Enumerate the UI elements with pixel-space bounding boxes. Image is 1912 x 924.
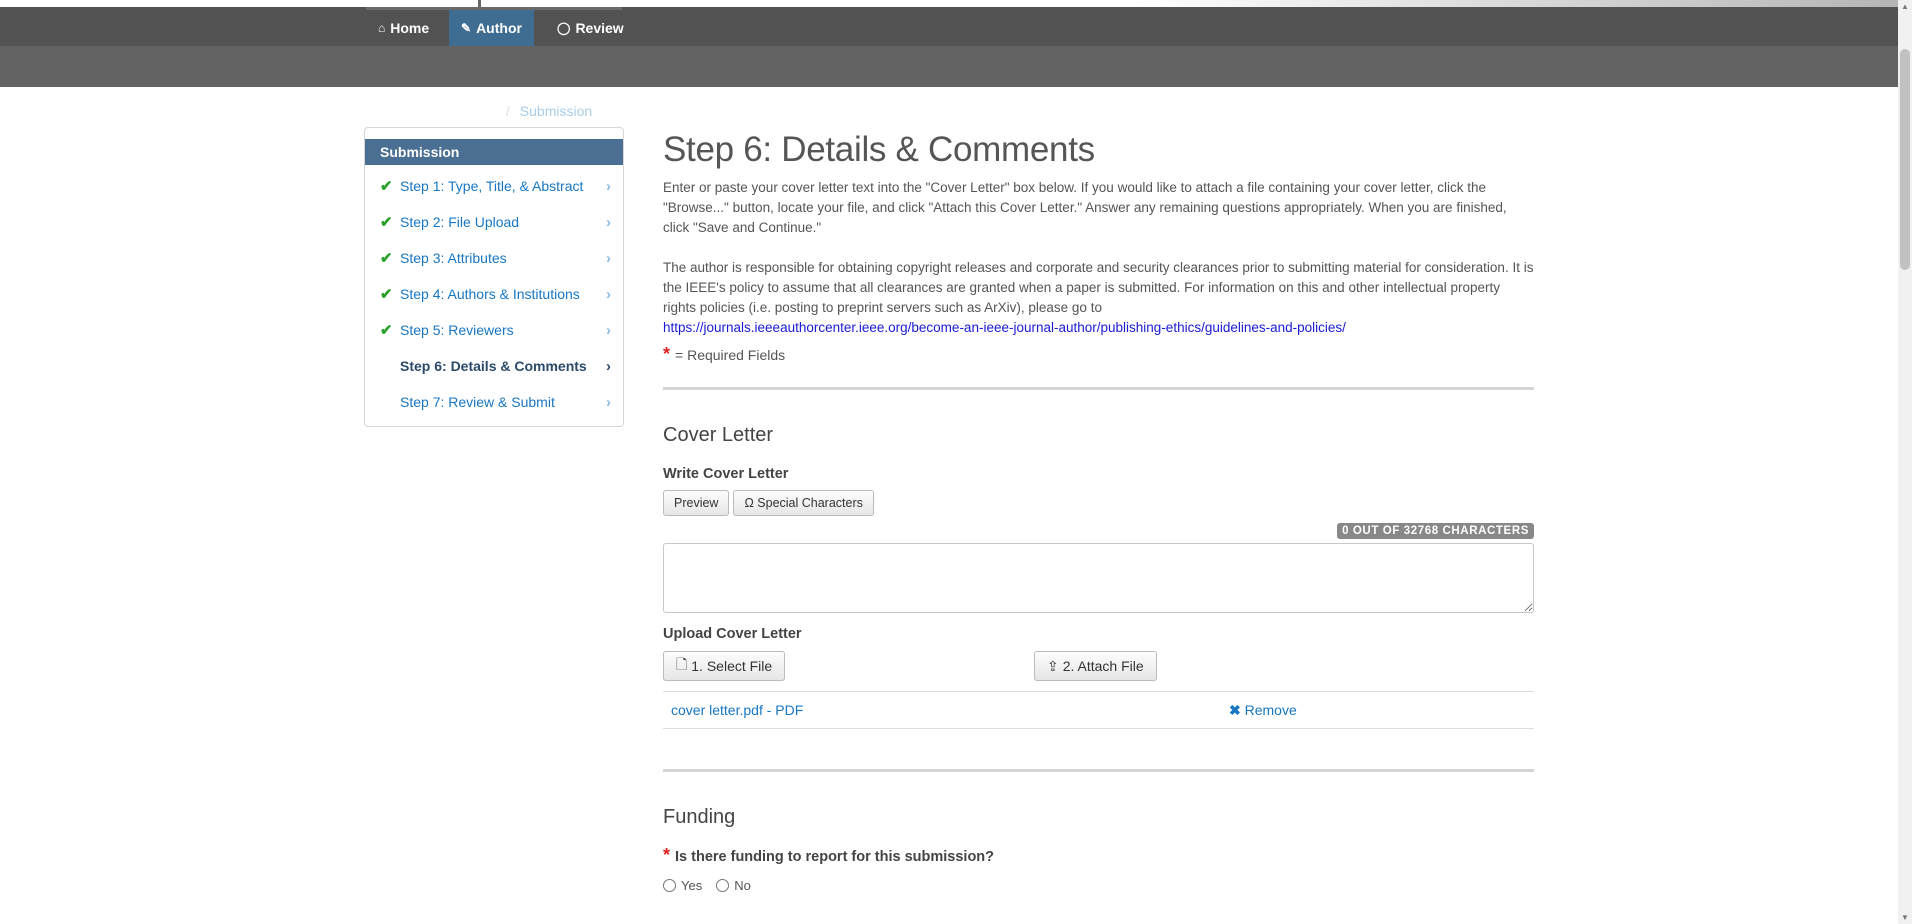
check-icon: ✔ bbox=[380, 178, 393, 195]
attach-file-label: 2. Attach File bbox=[1062, 658, 1144, 674]
intro-text: Enter or paste your cover letter text in… bbox=[663, 180, 1507, 235]
funding-no-radio[interactable] bbox=[716, 879, 730, 892]
select-file-label: 1. Select File bbox=[691, 658, 773, 674]
chevron-right-icon: › bbox=[606, 249, 611, 267]
check-icon: ✔ bbox=[380, 322, 393, 339]
tab-home[interactable]: ⌂ Home bbox=[366, 10, 441, 46]
funding-question-row: * Is there funding to report for this su… bbox=[663, 845, 1534, 866]
sidebar-step-label: Step 5: Reviewers bbox=[400, 322, 514, 338]
funding-no-label: No bbox=[734, 878, 751, 893]
chevron-right-icon: › bbox=[606, 321, 611, 339]
submission-sidebar: Submission ✔ Step 1: Type, Title, & Abst… bbox=[364, 127, 624, 427]
write-cover-letter-label: Write Cover Letter bbox=[663, 466, 789, 482]
chevron-right-icon: › bbox=[606, 285, 611, 303]
char-count-badge: 0 OUT OF 32768 CHARACTERS bbox=[1337, 523, 1534, 539]
funding-question: Is there funding to report for this subm… bbox=[675, 849, 995, 865]
sidebar-step-label: Step 1: Type, Title, & Abstract bbox=[400, 178, 584, 194]
select-file-button[interactable]: 🗋 1. Select File bbox=[663, 651, 786, 681]
strip-notch bbox=[478, 0, 481, 7]
required-fields-note: * = Required Fields bbox=[663, 344, 1534, 365]
remove-file-button[interactable]: ✖ Remove bbox=[1229, 702, 1297, 719]
scrollbar-thumb[interactable] bbox=[1900, 49, 1910, 270]
attached-file-row: cover letter.pdf - PDF ✖ Remove bbox=[663, 691, 1534, 729]
breadcrumb-author-dashboard[interactable]: Author Dashboard bbox=[373, 103, 496, 119]
sidebar-title: Submission bbox=[365, 139, 623, 165]
tab-review[interactable]: ◯ Review bbox=[545, 10, 636, 46]
sidebar-step-5[interactable]: ✔ Step 5: Reviewers › bbox=[365, 312, 623, 348]
sidebar-step-7[interactable]: Step 7: Review & Submit › bbox=[365, 384, 623, 420]
chevron-right-icon: › bbox=[606, 213, 611, 231]
pencil-icon: ✎ bbox=[461, 21, 472, 35]
tab-review-label: Review bbox=[575, 20, 624, 36]
funding-no-option[interactable]: No bbox=[716, 878, 751, 893]
preview-button[interactable]: Preview bbox=[663, 490, 730, 516]
main-nav: ⌂ Home ✎ Author ◯ Review bbox=[0, 7, 1898, 46]
upload-cover-letter-label: Upload Cover Letter bbox=[663, 626, 802, 642]
chevron-right-icon: › bbox=[606, 357, 611, 375]
page: { "nav": { "tabs": [ {"icon": "home-icon… bbox=[0, 0, 1912, 924]
tab-home-label: Home bbox=[390, 20, 430, 36]
browser-top-strip bbox=[0, 0, 1898, 7]
policy-link[interactable]: https://journals.ieeeauthorcenter.ieee.o… bbox=[663, 320, 1346, 335]
breadcrumb: Author Dashboard / Submission bbox=[373, 103, 592, 119]
required-star: * bbox=[663, 344, 671, 364]
cover-letter-heading: Cover Letter bbox=[663, 424, 774, 446]
page-scrollbar[interactable]: ▲ ▼ bbox=[1898, 0, 1912, 924]
upload-buttons-row: 🗋 1. Select File ⇪ 2. Attach File bbox=[663, 651, 1534, 681]
scroll-up-icon[interactable]: ▲ bbox=[1901, 2, 1909, 11]
sidebar-step-4[interactable]: ✔ Step 4: Authors & Institutions › bbox=[365, 276, 623, 312]
sidebar-step-label: Step 3: Attributes bbox=[400, 250, 507, 266]
editor-toolbar: Preview Ω Special Characters bbox=[663, 490, 1534, 516]
chevron-right-icon: › bbox=[606, 177, 611, 195]
remove-label: Remove bbox=[1244, 702, 1297, 718]
sidebar-step-label: Step 7: Review & Submit bbox=[400, 394, 555, 410]
funding-options: Yes No bbox=[663, 878, 1534, 893]
check-icon: ✔ bbox=[380, 214, 393, 231]
special-characters-button[interactable]: Ω Special Characters bbox=[733, 490, 874, 516]
required-fields-label: = Required Fields bbox=[675, 347, 786, 363]
tab-author-label: Author bbox=[476, 20, 522, 36]
char-count-row: 0 OUT OF 32768 CHARACTERS bbox=[663, 523, 1534, 541]
tab-author[interactable]: ✎ Author bbox=[449, 10, 534, 46]
cover-letter-textarea[interactable] bbox=[663, 543, 1534, 613]
sidebar-step-label: Step 2: File Upload bbox=[400, 214, 520, 230]
sidebar-step-label: Step 4: Authors & Institutions bbox=[400, 286, 580, 302]
copyright-text: The author is responsible for obtaining … bbox=[663, 258, 1534, 338]
funding-yes-option[interactable]: Yes bbox=[663, 878, 702, 893]
attached-file-link[interactable]: cover letter.pdf - PDF bbox=[671, 702, 803, 718]
sidebar-step-1[interactable]: ✔ Step 1: Type, Title, & Abstract › bbox=[365, 168, 623, 204]
sidebar-step-label-current: Step 6: Details & Comments bbox=[400, 358, 587, 374]
attach-file-button[interactable]: ⇪ 2. Attach File bbox=[1034, 651, 1157, 681]
file-icon: 🗋 bbox=[676, 656, 688, 672]
sidebar-step-2[interactable]: ✔ Step 2: File Upload › bbox=[365, 204, 623, 240]
main-content: Step 6: Details & Comments Enter or past… bbox=[663, 130, 1534, 893]
home-icon: ⌂ bbox=[378, 21, 386, 35]
scroll-down-icon[interactable]: ▼ bbox=[1901, 913, 1909, 922]
sidebar-step-6[interactable]: Step 6: Details & Comments › bbox=[365, 348, 623, 384]
page-title: Step 6: Details & Comments bbox=[663, 130, 1095, 169]
required-star: * bbox=[663, 845, 671, 865]
remove-icon: ✖ bbox=[1229, 702, 1241, 718]
breadcrumb-bar: Author Dashboard / Submission bbox=[0, 46, 1898, 119]
breadcrumb-separator: / bbox=[505, 103, 510, 119]
funding-heading: Funding bbox=[663, 806, 736, 828]
sidebar-step-3[interactable]: ✔ Step 3: Attributes › bbox=[365, 240, 623, 276]
funding-yes-label: Yes bbox=[681, 878, 703, 893]
speech-bubble-icon: ◯ bbox=[557, 21, 571, 35]
copyright-body: The author is responsible for obtaining … bbox=[663, 260, 1534, 315]
funding-yes-radio[interactable] bbox=[663, 879, 676, 892]
breadcrumb-submission: Submission bbox=[519, 103, 593, 119]
check-icon: ✔ bbox=[380, 250, 393, 267]
section-divider bbox=[663, 387, 1534, 390]
chevron-right-icon: › bbox=[606, 393, 611, 411]
section-divider bbox=[663, 769, 1534, 772]
upload-icon: ⇪ bbox=[1047, 657, 1059, 674]
check-icon: ✔ bbox=[380, 286, 393, 303]
